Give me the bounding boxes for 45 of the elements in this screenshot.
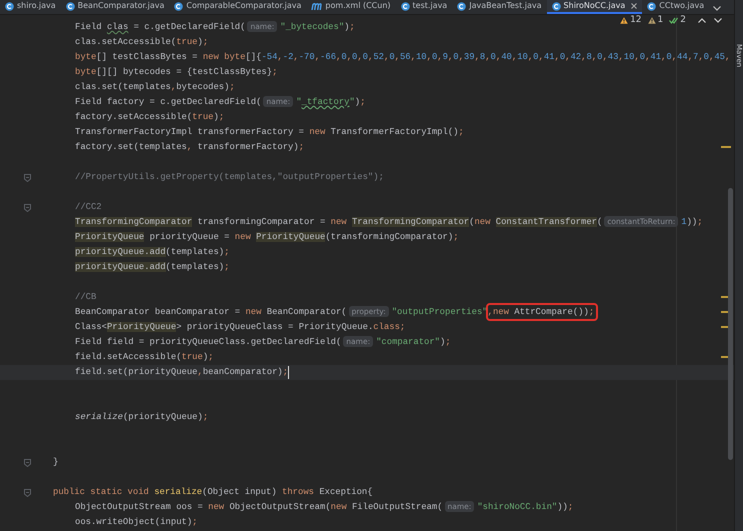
code-line: public static void serialize(Object input) throws Exception{: [53, 486, 373, 499]
maven-file-icon: [311, 2, 322, 10]
file-tab[interactable]: JavaBeanTest.java: [452, 0, 547, 14]
file-tab[interactable]: CCtwo.java: [642, 0, 710, 14]
code-line: //CB: [75, 291, 96, 304]
file-tab[interactable]: ComparableComparator.java: [169, 0, 306, 14]
code-line: serialize(priorityQueue);: [75, 411, 208, 424]
problem-count: 1: [658, 15, 664, 25]
code-line: priorityQueue.add(templates);: [75, 246, 230, 259]
file-tab[interactable]: BeanComparator.java: [60, 0, 170, 14]
class-file-icon: [174, 2, 184, 10]
file-tab[interactable]: pom.xml (CCun): [306, 0, 396, 14]
scrollbar-thumb[interactable]: [728, 188, 733, 460]
close-icon[interactable]: [631, 3, 638, 9]
class-file-icon: [552, 2, 561, 10]
code-line: byte[] testClassBytes = new byte[]{-54,-2,-70,-66,0,0,0,52,0,56,10,0,9,0,39,8,0,40,10,0,41,0,42,8,0,43,10,0,41,0,44,7,0,45,: [75, 51, 730, 64]
code-line: Class<PriorityQueue> priorityQueueClass = PriorityQueue.class;: [75, 321, 406, 334]
code-line: oos.writeObject(input);: [75, 516, 198, 529]
problem-count: 2: [680, 15, 686, 25]
code-line: PriorityQueue priorityQueue = new PriorityQueue(transformingComparator);: [75, 231, 459, 244]
file-tab[interactable]: test.java: [396, 0, 452, 14]
code-line: priorityQueue.add(templates);: [75, 261, 230, 274]
code-line: factory.set(templates, transformerFactory);: [75, 141, 304, 154]
code-line: //PropertyUtils.getProperty(templates,"outputProperties");: [75, 171, 384, 184]
code-line: factory.setAccessible(true);: [75, 111, 224, 124]
file-tab[interactable]: ShiroNoCC.java: [546, 0, 642, 14]
class-file-icon: [647, 2, 656, 10]
code-line: }: [53, 456, 58, 469]
class-file-icon: [66, 2, 75, 10]
code-line: TransformerFactoryImpl transformerFactory = new TransformerFactoryImpl();: [75, 126, 464, 139]
class-file-icon: [5, 2, 14, 10]
warning-icon[interactable]: [648, 16, 656, 24]
class-file-icon: [457, 2, 466, 10]
code-line: clas.set(templates,bytecodes);: [75, 81, 235, 94]
class-file-icon: [400, 2, 410, 10]
code-line: byte[][] bytecodes = {testClassBytes};: [75, 66, 278, 79]
problem-count: 12: [630, 15, 642, 25]
file-tab[interactable]: shiro.java: [0, 0, 61, 14]
code-line: clas.setAccessible(true);: [75, 36, 208, 49]
double-check-icon[interactable]: [669, 16, 678, 24]
chevron-up-icon[interactable]: [698, 18, 706, 22]
code-line: //CC2: [75, 201, 102, 214]
code-line: field.setAccessible(true);: [75, 351, 214, 364]
code-line: field.set(priorityQueue,beanComparator);: [75, 366, 290, 379]
warning-icon[interactable]: [620, 16, 628, 24]
